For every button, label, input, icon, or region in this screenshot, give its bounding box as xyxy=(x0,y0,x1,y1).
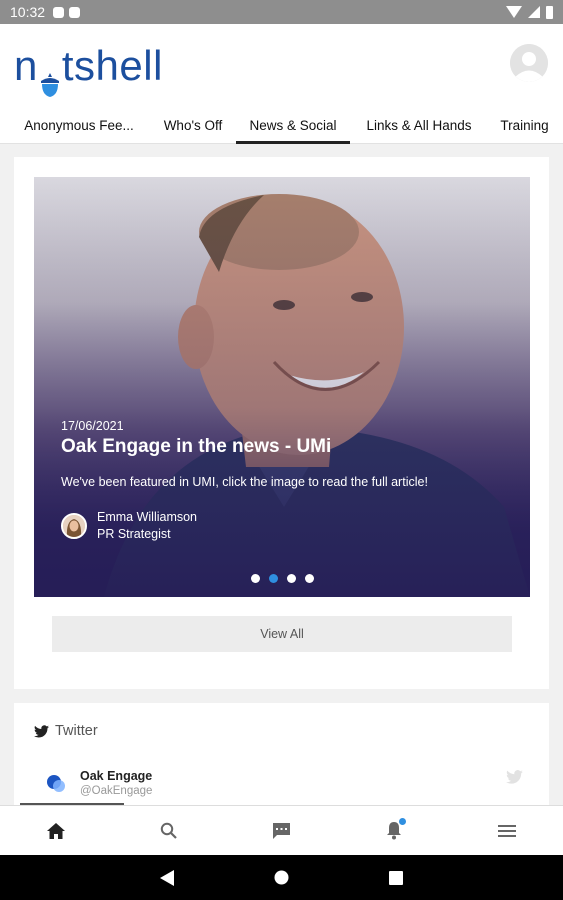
home-circle-icon[interactable] xyxy=(274,870,289,885)
view-all-button[interactable]: View All xyxy=(52,616,512,652)
carousel-dot[interactable] xyxy=(304,574,314,583)
home-icon xyxy=(47,822,66,839)
wifi-icon xyxy=(506,6,522,18)
tab-bar: Anonymous Fee... Who's Off News & Social… xyxy=(0,106,563,144)
oak-engage-logo xyxy=(46,773,68,795)
battery-icon xyxy=(546,5,553,19)
menu-icon xyxy=(497,824,516,837)
notification-badge xyxy=(398,818,406,825)
search-icon xyxy=(161,822,178,839)
twitter-bird-icon[interactable] xyxy=(506,770,523,784)
tweet-account-name[interactable]: Oak Engage xyxy=(80,769,152,784)
app-logo[interactable]: n tshell xyxy=(14,42,163,97)
carousel-indicators xyxy=(34,574,530,583)
author-role: PR Strategist xyxy=(97,527,171,541)
signal-icon xyxy=(528,6,540,18)
news-feed[interactable]: 17/06/2021 Oak Engage in the news - UMi … xyxy=(0,145,563,805)
nav-menu[interactable] xyxy=(450,806,563,855)
news-card: 17/06/2021 Oak Engage in the news - UMi … xyxy=(14,157,549,689)
twitter-card: Twitter Oak Engage @OakEngage xyxy=(14,703,549,805)
chat-icon xyxy=(272,822,290,839)
system-nav-bar xyxy=(0,855,563,900)
profile-avatar[interactable] xyxy=(510,44,548,82)
news-title[interactable]: Oak Engage in the news - UMi xyxy=(61,436,331,458)
status-bar: 10:32 xyxy=(0,0,563,24)
tab-news-social[interactable]: News & Social xyxy=(236,106,350,144)
sd-card-icon xyxy=(69,6,81,18)
nav-search[interactable] xyxy=(113,806,226,855)
news-description: We've been featured in UMI, click the im… xyxy=(61,475,428,489)
tab-whos-off[interactable]: Who's Off xyxy=(158,106,228,144)
tab-links-all-hands[interactable]: Links & All Hands xyxy=(352,106,486,144)
news-date: 17/06/2021 xyxy=(61,419,124,433)
nav-notifications[interactable] xyxy=(338,806,451,855)
tweet-account-handle: @OakEngage xyxy=(80,785,153,797)
carousel-dot-active[interactable] xyxy=(268,574,278,583)
tab-training[interactable]: Training xyxy=(486,106,563,144)
news-carousel-slide[interactable]: 17/06/2021 Oak Engage in the news - UMi … xyxy=(34,177,530,597)
author-avatar xyxy=(61,513,87,539)
notification-icon xyxy=(53,6,65,18)
app-header: n tshell xyxy=(0,24,563,106)
twitter-heading: Twitter xyxy=(34,723,98,739)
status-time: 10:32 xyxy=(10,4,46,20)
carousel-dot[interactable] xyxy=(286,574,296,583)
twitter-icon xyxy=(34,724,49,737)
bottom-nav xyxy=(0,805,563,855)
carousel-dot[interactable] xyxy=(250,574,260,583)
tweet-item[interactable]: Oak Engage @OakEngage xyxy=(46,769,152,799)
back-icon[interactable] xyxy=(160,869,174,886)
acorn-icon xyxy=(39,60,61,97)
recents-icon[interactable] xyxy=(389,870,403,885)
tab-anonymous-feedback[interactable]: Anonymous Fee... xyxy=(0,106,158,144)
news-author: Emma Williamson PR Strategist xyxy=(61,509,197,543)
author-name: Emma Williamson xyxy=(97,510,198,524)
nav-messages[interactable] xyxy=(225,806,338,855)
person-icon xyxy=(510,44,548,82)
nav-home[interactable] xyxy=(0,806,113,855)
